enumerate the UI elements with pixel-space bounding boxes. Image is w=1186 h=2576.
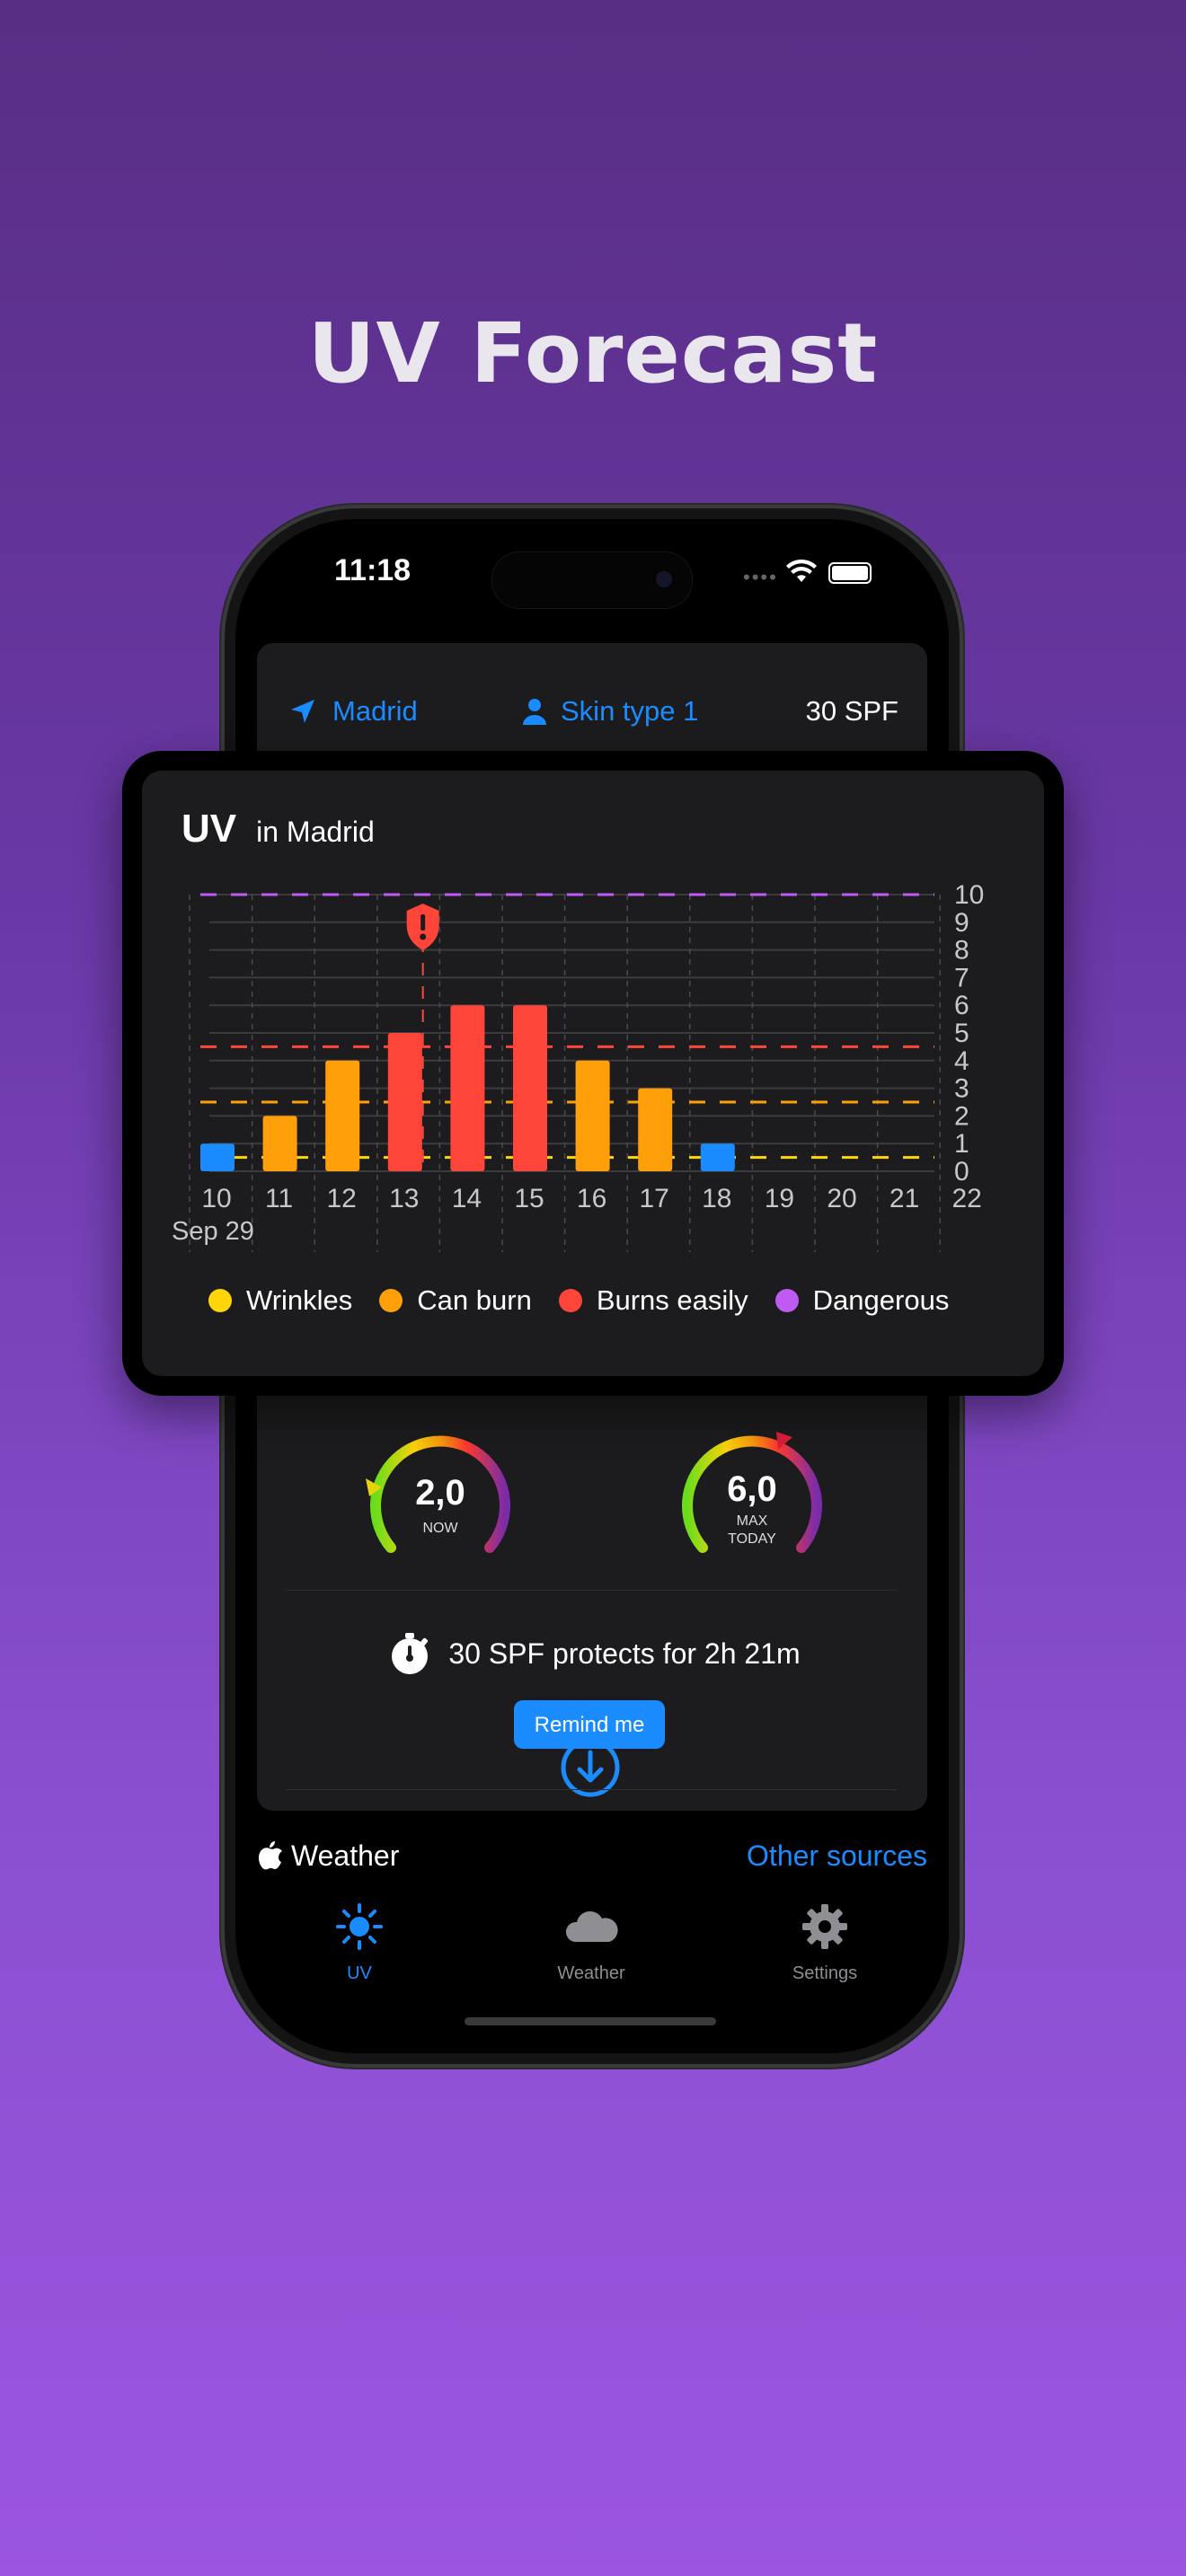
x-tick-label: 10 bbox=[201, 1184, 231, 1213]
x-tick-label: 16 bbox=[577, 1184, 606, 1213]
uv-max-label-1: MAX bbox=[736, 1513, 768, 1529]
x-tick-label: 20 bbox=[827, 1184, 856, 1213]
location-label: Madrid bbox=[332, 695, 418, 727]
chart-title-uv: UV bbox=[181, 807, 237, 851]
uv-max-label-2: TODAY bbox=[728, 1531, 776, 1547]
divider bbox=[286, 1789, 897, 1790]
y-tick-label: 3 bbox=[954, 1074, 969, 1104]
tab-bar: UV Weather Settings bbox=[235, 1902, 949, 2001]
skin-type-label: Skin type 1 bbox=[561, 695, 699, 727]
status-time: 11:18 bbox=[334, 553, 412, 587]
legend-item-can-burn: Can burn bbox=[379, 1284, 532, 1317]
alert-shield-dot bbox=[420, 933, 427, 940]
cloud-icon bbox=[565, 1910, 618, 1942]
apple-logo-icon bbox=[258, 1840, 282, 1869]
skin-type-button[interactable]: Skin type 1 bbox=[521, 695, 698, 728]
signal-icon: •••• bbox=[743, 566, 778, 588]
uv-max-value: 6,0 bbox=[727, 1469, 777, 1509]
x-tick-label: 19 bbox=[765, 1184, 794, 1213]
chart-legend: Wrinkles Can burn Burns easily Dangerous bbox=[208, 1284, 949, 1317]
home-indicator bbox=[465, 2017, 716, 2025]
uv-now-value: 2,0 bbox=[415, 1473, 465, 1513]
tab-settings[interactable]: Settings bbox=[753, 1902, 897, 1984]
weather-attribution[interactable]: Weather bbox=[257, 1839, 399, 1873]
tab-weather[interactable]: Weather bbox=[519, 1902, 663, 1984]
chart-bar bbox=[200, 1143, 235, 1171]
location-arrow-icon bbox=[291, 700, 314, 723]
x-tick-label: 12 bbox=[327, 1184, 357, 1213]
wifi-icon bbox=[786, 559, 817, 582]
x-tick-label: 17 bbox=[640, 1184, 669, 1213]
y-tick-label: 9 bbox=[954, 908, 969, 938]
uv-max-label: MAX TODAY bbox=[676, 1513, 828, 1548]
camera-dot bbox=[656, 571, 672, 587]
legend-dot bbox=[774, 1289, 799, 1312]
location-button[interactable]: Madrid bbox=[288, 695, 418, 728]
chart-bar bbox=[575, 1060, 610, 1171]
page-headline: UV Forecast bbox=[307, 305, 879, 401]
legend-dot bbox=[558, 1289, 582, 1312]
tab-weather-label: Weather bbox=[557, 1963, 625, 1983]
uv-bar-chart[interactable]: 01234567891010 11 12 13 14 15 16 17 18 19 20 21 22Se… bbox=[122, 862, 1064, 1257]
legend-label: Wrinkles bbox=[246, 1284, 353, 1316]
x-tick-label: 13 bbox=[389, 1184, 419, 1213]
legend-item-dangerous: Dangerous bbox=[774, 1284, 950, 1317]
y-tick-label: 4 bbox=[954, 1046, 969, 1076]
x-tick-label: 22 bbox=[952, 1184, 982, 1213]
x-tick-label: 15 bbox=[514, 1184, 544, 1213]
tab-uv-label: UV bbox=[347, 1963, 372, 1983]
y-tick-label: 5 bbox=[954, 1019, 969, 1048]
stopwatch-icon bbox=[392, 1633, 429, 1674]
chart-bar bbox=[638, 1088, 673, 1171]
chart-bar bbox=[450, 1005, 485, 1171]
chart-bar bbox=[325, 1060, 360, 1171]
chart-subtitle: in Madrid bbox=[256, 816, 375, 848]
x-tick-label: 21 bbox=[890, 1184, 919, 1213]
x-tick-label: 18 bbox=[702, 1184, 731, 1213]
sun-icon bbox=[336, 1903, 383, 1950]
tab-uv[interactable]: UV bbox=[288, 1902, 431, 1984]
chart-bar bbox=[513, 1005, 547, 1171]
battery-icon bbox=[828, 562, 872, 584]
x-tick-label: 11 bbox=[265, 1184, 293, 1213]
divider bbox=[286, 1590, 897, 1591]
chart-bar bbox=[262, 1116, 297, 1171]
chart-title: UV in Madrid bbox=[181, 807, 375, 851]
y-tick-label: 0 bbox=[954, 1157, 969, 1187]
uv-now-gauge: 2,0 NOW bbox=[364, 1426, 517, 1579]
weather-label: Weather bbox=[291, 1839, 400, 1872]
uv-max-gauge: 6,0 MAX TODAY bbox=[676, 1426, 828, 1579]
alert-shield-mark bbox=[420, 914, 426, 931]
y-tick-label: 10 bbox=[954, 880, 984, 910]
legend-label: Burns easily bbox=[596, 1284, 748, 1316]
tab-settings-label: Settings bbox=[792, 1963, 858, 1983]
spf-button[interactable]: 30 SPF bbox=[806, 695, 898, 728]
legend-item-burns-easily: Burns easily bbox=[558, 1284, 748, 1317]
y-tick-label: 6 bbox=[954, 991, 969, 1020]
y-tick-label: 2 bbox=[954, 1101, 969, 1131]
gear-icon bbox=[802, 1904, 847, 1949]
y-tick-label: 7 bbox=[954, 963, 969, 992]
y-tick-label: 8 bbox=[954, 936, 969, 966]
other-sources-link[interactable]: Other sources bbox=[747, 1839, 927, 1873]
legend-dot bbox=[208, 1289, 232, 1312]
remind-me-button[interactable]: Remind me bbox=[514, 1700, 665, 1749]
x-tick-label: 14 bbox=[452, 1184, 482, 1213]
uv-now-label: NOW bbox=[422, 1521, 458, 1536]
x-date-label: Sep 29 bbox=[172, 1217, 254, 1246]
legend-label: Can burn bbox=[417, 1284, 532, 1316]
legend-dot bbox=[379, 1289, 403, 1312]
y-tick-label: 1 bbox=[954, 1129, 969, 1159]
chart-bar bbox=[387, 1033, 422, 1171]
person-icon bbox=[523, 699, 546, 725]
legend-label: Dangerous bbox=[812, 1284, 950, 1316]
topbar: Madrid Skin type 1 30 SPF bbox=[257, 690, 927, 735]
legend-item-wrinkles: Wrinkles bbox=[208, 1284, 352, 1317]
protection-row: 30 SPF protects for 2h 21m bbox=[334, 1631, 855, 1676]
protection-text: 30 SPF protects for 2h 21m bbox=[448, 1636, 801, 1670]
chart-bar bbox=[700, 1143, 735, 1171]
